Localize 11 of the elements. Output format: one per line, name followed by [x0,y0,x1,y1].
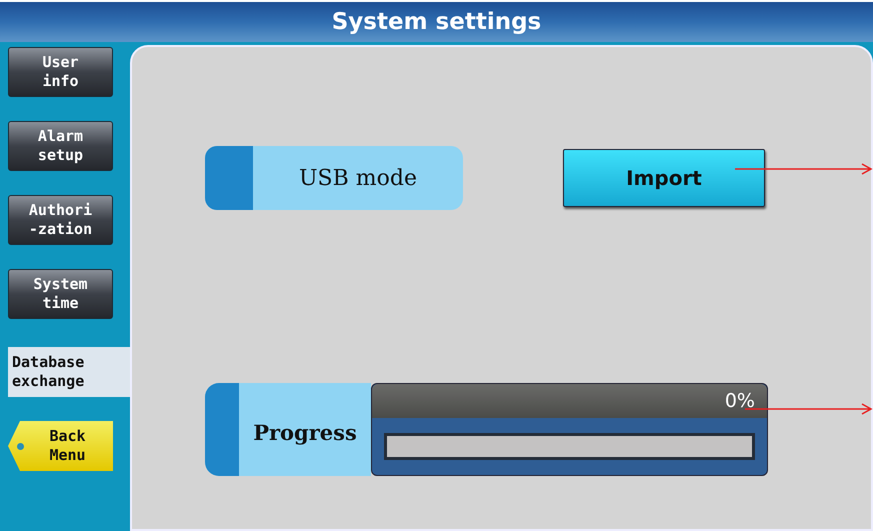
sidebar-item[interactable]: User info [8,47,113,97]
sidebar-item[interactable]: Alarm setup [8,121,113,171]
sidebar-item[interactable]: System time [8,269,113,319]
usb-mode-label: USB mode [205,146,463,210]
back-menu-button[interactable]: Back Menu [8,421,113,471]
sidebar-item[interactable]: Authori -zation [8,195,113,245]
window-title: System settings [332,9,542,35]
import-button[interactable]: Import [563,149,765,207]
progress-reading: 0% [724,390,755,412]
sidebar-item[interactable]: Database exchange [8,347,130,397]
progress-label: Progress [205,383,371,476]
